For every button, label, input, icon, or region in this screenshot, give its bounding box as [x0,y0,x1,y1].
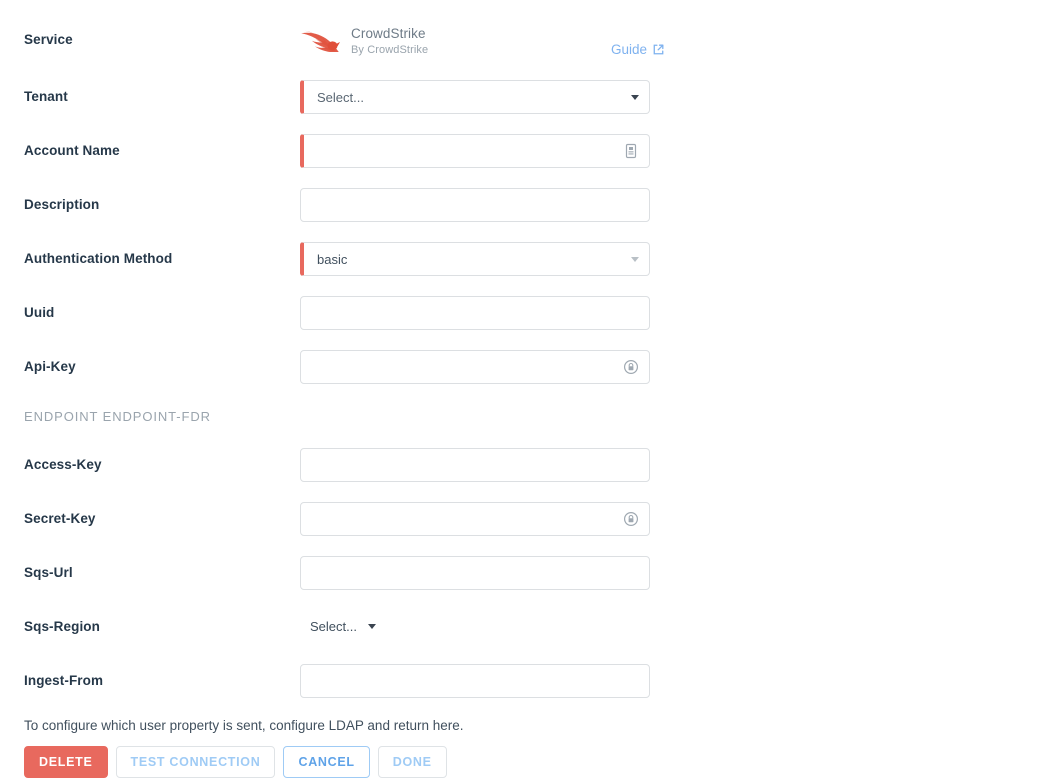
guide-link-label: Guide [611,42,648,57]
service-identity: CrowdStrike By CrowdStrike [300,26,650,58]
authentication-method-select[interactable]: basic [300,242,650,276]
label-tenant: Tenant [24,88,68,104]
lock-circle-icon[interactable] [623,359,639,375]
control-sqs-region: Select... [300,618,650,636]
field-row-description: Description [0,178,1050,232]
control-secret-key [300,502,650,536]
field-row-authentication-method: Authentication Method basic [0,232,1050,286]
label-sqs-url: Sqs-Url [24,564,73,580]
test-connection-button[interactable]: TEST CONNECTION [115,746,276,778]
service-name: CrowdStrike [351,26,426,41]
field-row-api-key: Api-Key [0,340,1050,394]
uuid-field[interactable] [300,296,650,330]
field-row-tenant: Tenant Select... [0,70,1050,124]
control-authentication-method: basic [300,242,650,276]
secret-key-field[interactable] [300,502,650,536]
sqs-region-value: Select... [310,619,357,634]
control-uuid [300,296,650,330]
helper-text: To configure which user property is sent… [24,717,464,733]
guide-link[interactable]: Guide [611,42,665,57]
field-row-ingest-from: Ingest-From [0,654,1050,708]
account-name-field[interactable] [300,134,650,168]
tenant-select[interactable]: Select... [300,80,650,114]
label-account-name: Account Name [24,142,120,158]
field-row-sqs-url: Sqs-Url [0,546,1050,600]
label-authentication-method: Authentication Method [24,250,173,266]
crowdstrike-falcon-logo [301,30,340,52]
control-tenant: Select... [300,80,650,114]
label-api-key: Api-Key [24,358,76,374]
tenant-select-value: Select... [317,89,364,105]
control-account-name [300,134,650,168]
label-access-key: Access-Key [24,456,102,472]
lock-circle-icon[interactable] [623,511,639,527]
service-vendor: By CrowdStrike [351,43,429,56]
primary-fields: Tenant Select... Account Name Descriptio… [0,70,1050,394]
chevron-down-icon [367,624,376,629]
label-uuid: Uuid [24,304,55,320]
label-description: Description [24,196,100,212]
service-row: Service CrowdStrike By CrowdStrike Guide [0,0,1050,70]
control-description [300,188,650,222]
control-sqs-url [300,556,650,590]
chevron-down-icon [631,256,639,262]
api-key-field[interactable] [300,350,650,384]
control-access-key [300,448,650,482]
field-row-sqs-region: Sqs-Region Select... [0,600,1050,654]
field-row-secret-key: Secret-Key [0,492,1050,546]
sqs-url-field[interactable] [300,556,650,590]
sqs-region-select[interactable]: Select... [310,619,376,634]
control-ingest-from [300,664,650,698]
field-row-access-key: Access-Key [0,438,1050,492]
access-key-field[interactable] [300,448,650,482]
suggest-list-icon[interactable] [623,143,639,159]
label-secret-key: Secret-Key [24,510,96,526]
integration-config-form: Service CrowdStrike By CrowdStrike Guide [0,0,1050,778]
service-names: CrowdStrike By CrowdStrike [351,26,428,58]
description-field[interactable] [300,188,650,222]
label-sqs-region: Sqs-Region [24,618,101,634]
section-header-endpoint-fdr: ENDPOINT ENDPOINT-FDR [24,408,211,424]
control-api-key [300,350,650,384]
delete-button[interactable]: DELETE [24,746,108,778]
cancel-button[interactable]: CANCEL [283,746,370,778]
field-row-account-name: Account Name [0,124,1050,178]
label-ingest-from: Ingest-From [24,672,104,688]
service-label: Service [24,32,73,47]
field-row-uuid: Uuid [0,286,1050,340]
action-button-bar: DELETE TEST CONNECTION CANCEL DONE [0,746,1050,778]
authentication-method-value: basic [317,251,348,267]
done-button[interactable]: DONE [377,746,447,778]
ingest-from-field[interactable] [300,664,650,698]
external-link-icon [653,44,664,55]
endpoint-fields: Access-Key Secret-Key Sqs-Url Sqs-Region… [0,438,1050,708]
chevron-down-icon [631,94,639,100]
